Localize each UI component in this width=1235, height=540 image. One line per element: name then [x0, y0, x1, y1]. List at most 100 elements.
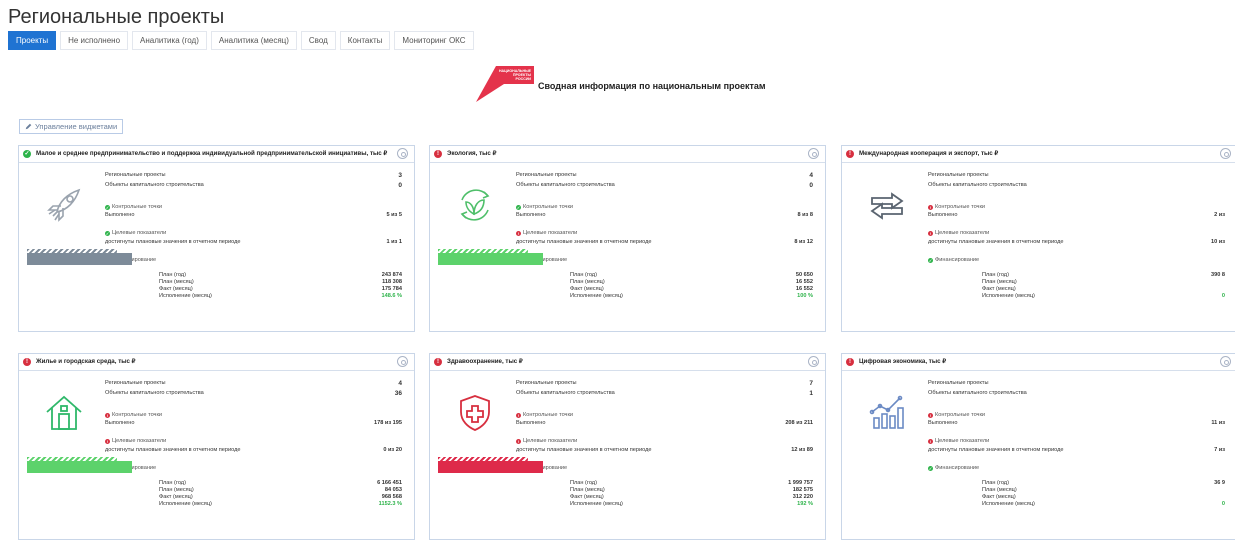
card-settings-icon[interactable] [1220, 356, 1231, 367]
card-header: ! Жилье и городская среда, тыс ₽ [19, 354, 414, 371]
exec-month-row: Исполнение (месяц) 0 [982, 501, 1225, 507]
plan-year-row: План (год) 1 999 757 [570, 480, 813, 486]
fact-month-row: Факт (месяц) 16 552 [570, 286, 813, 292]
financing-header: ✓Финансирование [928, 465, 980, 471]
card-small-business: ✓ Малое и среднее предпринимательство и … [18, 145, 415, 332]
card-settings-icon[interactable] [808, 356, 819, 367]
card-healthcare: ! Здравоохранение, тыс ₽ Региональные пр… [429, 353, 826, 540]
plan-month-row: План (месяц) 182 575 [570, 487, 813, 493]
exec-month-row: Исполнение (месяц) 148.6 % [159, 293, 402, 299]
regional-projects-row: Региональные проекты 7 [516, 380, 813, 387]
target-indicators-row: достигнуты плановые значения в отчетном … [105, 239, 402, 245]
manage-widgets-label: Управление виджетами [35, 122, 118, 131]
tab-contacts[interactable]: Контакты [339, 31, 391, 50]
target-indicators-row: достигнуты плановые значения в отчетном … [516, 239, 813, 245]
control-points-row: Выполнено 8 из 8 [516, 212, 813, 218]
plan-month-row: План (месяц) 118 308 [159, 279, 402, 285]
target-indicators-row: достигнуты плановые значения в отчетном … [516, 447, 813, 453]
card-title: Экология, тыс ₽ [447, 150, 497, 157]
alert-icon: ! [928, 438, 933, 444]
target-indicators-row: достигнуты плановые значения в отчетном … [105, 447, 402, 453]
control-points-header: ✓ Контрольные точки [105, 204, 163, 210]
card-settings-icon[interactable] [1220, 148, 1231, 159]
fact-month-row: Факт (месяц) 312 220 [570, 494, 813, 500]
target-indicators-header: ✓ Целевые показатели [105, 230, 167, 236]
national-projects-logo: НАЦИОНАЛЬНЫЕ ПРОЕКТЫ РОССИИ [476, 66, 534, 102]
check-icon: ✓ [516, 204, 521, 210]
medical-shield-icon [454, 392, 496, 434]
exchange-arrows-icon [866, 184, 908, 226]
control-points-row: Выполнено 5 из 5 [105, 212, 402, 218]
pencil-icon [25, 123, 32, 130]
control-points-header: ! Контрольные точки [516, 412, 574, 418]
tab-summary[interactable]: Свод [300, 31, 336, 50]
regional-projects-row: Региональные проекты 4 [105, 380, 402, 387]
regional-projects-row: Региональные проекты 3 [105, 172, 402, 179]
card-header: ✓ Малое и среднее предпринимательство и … [19, 146, 414, 163]
card-settings-icon[interactable] [808, 148, 819, 159]
exec-month-row: Исполнение (месяц) 192 % [570, 501, 813, 507]
tab-projects[interactable]: Проекты [8, 31, 57, 50]
exec-month-row: Исполнение (месяц) 0 [982, 293, 1225, 299]
page-title: Региональные проекты [8, 6, 225, 28]
plan-month-row: План (месяц) [982, 279, 1017, 285]
card-digital-economy: ! Цифровая экономика, тыс ₽ Региональные… [841, 353, 1235, 540]
status-alert-icon: ! [846, 358, 854, 366]
alert-icon: ! [516, 412, 521, 418]
plan-month-row: План (месяц) [982, 487, 1017, 493]
leaf-recycle-icon [454, 184, 496, 226]
control-points-row: Выполнено 178 из 195 [105, 420, 402, 426]
control-points-header: ! Контрольные точки [928, 412, 986, 418]
plan-year-row: План (год) 36 9 [982, 480, 1225, 486]
control-points-header: ! Контрольные точки [105, 412, 163, 418]
alert-icon: ! [516, 438, 521, 444]
fact-month-row: Факт (месяц) 175 784 [159, 286, 402, 292]
manage-widgets-button[interactable]: Управление виджетами [19, 119, 123, 134]
exec-month-row: Исполнение (месяц) 100 % [570, 293, 813, 299]
plan-year-row: План (год) 390 8 [982, 272, 1225, 278]
card-settings-icon[interactable] [397, 356, 408, 367]
target-indicators-header: ! Целевые показатели [928, 438, 990, 444]
regional-projects-row: Региональные проекты [928, 172, 989, 178]
alert-icon: ! [105, 412, 110, 418]
target-indicators-header: ! Целевые показатели [928, 230, 990, 236]
tab-analytics-month[interactable]: Аналитика (месяц) [210, 31, 297, 50]
target-indicators-row: достигнуты плановые значения в отчетном … [928, 239, 1225, 245]
card-housing: ! Жилье и городская среда, тыс ₽ Региона… [18, 353, 415, 540]
target-indicators-header: ! Целевые показатели [516, 438, 578, 444]
control-points-row: Выполнено 208 из 211 [516, 420, 813, 426]
target-indicators-row: достигнуты плановые значения в отчетном … [928, 447, 1225, 453]
control-points-header: ! Контрольные точки [928, 204, 986, 210]
check-icon: ✓ [105, 204, 110, 210]
card-settings-icon[interactable] [397, 148, 408, 159]
tab-analytics-year[interactable]: Аналитика (год) [132, 31, 207, 50]
alert-icon: ! [928, 230, 933, 236]
capital-objects-row: Объекты капитального строительства 1 [516, 390, 813, 397]
summary-header-title: Сводная информация по национальным проек… [538, 81, 766, 91]
status-alert-icon: ! [434, 150, 442, 158]
control-points-row: Выполнено 11 из [928, 420, 1225, 426]
card-title: Здравоохранение, тыс ₽ [447, 358, 523, 365]
house-icon [43, 392, 85, 434]
fact-month-row: Факт (месяц) [982, 494, 1016, 500]
financing-bar [438, 457, 543, 473]
card-title: Жилье и городская среда, тыс ₽ [36, 358, 136, 365]
status-ok-icon: ✓ [23, 150, 31, 158]
card-header: ! Международная кооперация и экспорт, ты… [842, 146, 1235, 163]
card-international-cooperation: ! Международная кооперация и экспорт, ты… [841, 145, 1235, 332]
capital-objects-row: Объекты капитального строительства [928, 182, 1027, 188]
plan-year-row: План (год) 243 874 [159, 272, 402, 278]
capital-objects-row: Объекты капитального строительства [928, 390, 1027, 396]
financing-header: ✓Финансирование [928, 257, 980, 263]
tab-not-executed[interactable]: Не исполнено [60, 31, 129, 50]
tab-oks-monitoring[interactable]: Мониторинг ОКС [394, 31, 474, 50]
fact-month-row: Факт (месяц) 968 568 [159, 494, 402, 500]
status-alert-icon: ! [846, 150, 854, 158]
check-icon: ✓ [928, 465, 933, 471]
rocket-icon [43, 184, 85, 226]
capital-objects-row: Объекты капитального строительства 36 [105, 390, 402, 397]
regional-projects-row: Региональные проекты [928, 380, 989, 386]
card-title: Международная кооперация и экспорт, тыс … [859, 150, 999, 157]
fact-month-row: Факт (месяц) [982, 286, 1016, 292]
card-header: ! Цифровая экономика, тыс ₽ [842, 354, 1235, 371]
